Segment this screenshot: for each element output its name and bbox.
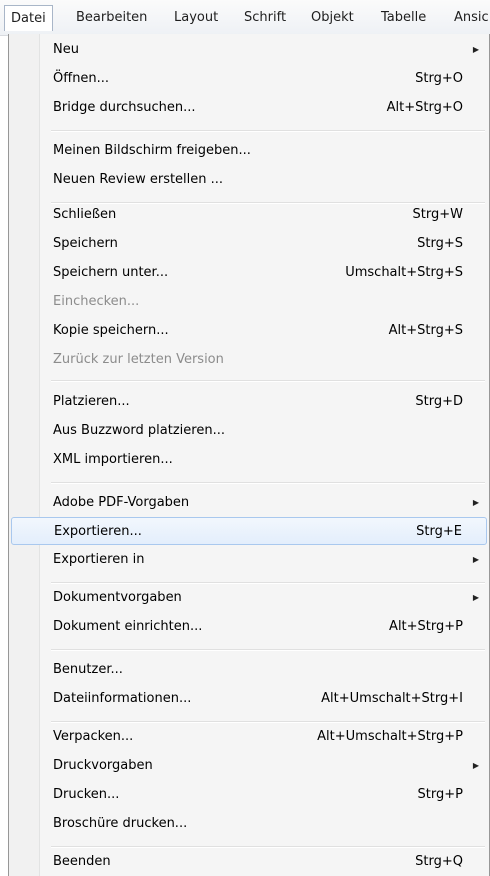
menu-item-druckvorgaben[interactable]: Druckvorgaben ▶ <box>11 752 487 780</box>
menu-item-label: Dateiinformationen... <box>53 691 192 706</box>
menu-item-label: Zurück zur letzten Version <box>53 352 224 367</box>
menu-datei[interactable]: Datei <box>4 5 53 31</box>
menu-item-neu[interactable]: Neu ▶ <box>11 36 487 64</box>
submenu-arrow-icon: ▶ <box>472 555 479 564</box>
menu-item-label: Druckvorgaben <box>53 758 153 773</box>
menu-item-label: Beenden <box>53 854 111 869</box>
menu-item-verpacken[interactable]: Verpacken... Alt+Umschalt+Strg+P <box>11 723 487 751</box>
menu-item-label: Schließen <box>53 207 117 222</box>
menu-item-label: Meinen Bildschirm freigeben... <box>53 143 251 158</box>
menu-item-label: Aus Buzzword platzieren... <box>53 423 225 438</box>
menu-item-kopie-speichern[interactable]: Kopie speichern... Alt+Strg+S <box>11 317 487 345</box>
file-menu-dropdown: Neu ▶ Öffnen... Strg+O Bridge durchsuche… <box>8 34 490 876</box>
menu-item-label: Einchecken... <box>53 294 140 309</box>
menu-item-label: Neu <box>53 42 79 57</box>
menu-item-label: Platzieren... <box>53 394 130 409</box>
menu-item-schliessen[interactable]: Schließen Strg+W <box>11 201 487 229</box>
menu-item-shortcut: Alt+Umschalt+Strg+I <box>321 691 463 706</box>
menu-tabelle[interactable]: Tabelle <box>381 5 426 31</box>
menu-item-buzzword-platzieren[interactable]: Aus Buzzword platzieren... <box>11 417 487 445</box>
menu-item-dateiinformationen[interactable]: Dateiinformationen... Alt+Umschalt+Strg+… <box>11 685 487 713</box>
menu-item-beenden[interactable]: Beenden Strg+Q <box>11 848 487 876</box>
menu-separator <box>51 649 485 651</box>
menu-separator <box>51 130 485 132</box>
menu-objekt[interactable]: Objekt <box>311 5 354 31</box>
menu-schrift[interactable]: Schrift <box>244 5 286 31</box>
menu-item-shortcut: Strg+E <box>416 524 462 539</box>
menu-item-pdf-vorgaben[interactable]: Adobe PDF-Vorgaben ▶ <box>11 489 487 517</box>
menu-item-shortcut: Strg+Q <box>415 854 463 869</box>
menu-item-label: Neuen Review erstellen ... <box>53 172 224 187</box>
menu-item-shortcut: Strg+S <box>417 236 463 251</box>
menu-item-shortcut: Strg+O <box>415 71 463 86</box>
menu-item-label: Verpacken... <box>53 729 134 744</box>
menu-item-label: Bridge durchsuchen... <box>53 100 196 115</box>
menu-item-benutzer[interactable]: Benutzer... <box>11 656 487 684</box>
menu-item-drucken[interactable]: Drucken... Strg+P <box>11 781 487 809</box>
menu-item-shortcut: Strg+W <box>412 207 463 222</box>
submenu-arrow-icon: ▶ <box>472 45 479 54</box>
menu-item-shortcut: Alt+Strg+O <box>386 100 463 115</box>
menu-bearbeiten[interactable]: Bearbeiten <box>76 5 147 31</box>
menu-item-shortcut: Strg+P <box>417 787 463 802</box>
submenu-arrow-icon: ▶ <box>472 761 479 770</box>
menu-item-label: Dokumentvorgaben <box>53 590 182 605</box>
menu-ansicht[interactable]: Ansic <box>454 5 489 31</box>
menu-item-speichern-unter[interactable]: Speichern unter... Umschalt+Strg+S <box>11 259 487 287</box>
menu-item-shortcut: Umschalt+Strg+S <box>345 265 463 280</box>
menu-separator <box>51 380 485 382</box>
menu-item-speichern[interactable]: Speichern Strg+S <box>11 230 487 258</box>
menu-item-shortcut: Alt+Strg+S <box>388 323 463 338</box>
menu-item-shortcut: Alt+Strg+P <box>389 619 463 634</box>
menu-item-platzieren[interactable]: Platzieren... Strg+D <box>11 388 487 416</box>
menu-item-dokumentvorgaben[interactable]: Dokumentvorgaben ▶ <box>11 584 487 612</box>
menu-item-zurueck-letzte-version: Zurück zur letzten Version <box>11 346 487 374</box>
menu-item-exportieren-in[interactable]: Exportieren in ▶ <box>11 546 487 574</box>
menu-item-label: Broschüre drucken... <box>53 816 188 831</box>
menu-item-shortcut: Alt+Umschalt+Strg+P <box>317 729 463 744</box>
submenu-arrow-icon: ▶ <box>472 498 479 507</box>
menu-item-label: Speichern <box>53 236 118 251</box>
menu-item-broschuere-drucken[interactable]: Broschüre drucken... <box>11 810 487 838</box>
menu-item-label: Drucken... <box>53 787 120 802</box>
menu-item-exportieren[interactable]: Exportieren... Strg+E <box>11 517 487 545</box>
menu-item-einchecken: Einchecken... <box>11 288 487 316</box>
submenu-arrow-icon: ▶ <box>472 593 479 602</box>
menu-item-shortcut: Strg+D <box>415 394 463 409</box>
menu-item-label: Benutzer... <box>53 662 123 677</box>
menu-item-label: Öffnen... <box>53 71 110 86</box>
menu-item-review-erstellen[interactable]: Neuen Review erstellen ... <box>11 166 487 194</box>
menu-item-label: Kopie speichern... <box>53 323 169 338</box>
menu-item-bildschirm-freigeben[interactable]: Meinen Bildschirm freigeben... <box>11 137 487 165</box>
menu-layout[interactable]: Layout <box>174 5 218 31</box>
menu-item-label: Exportieren... <box>54 524 142 539</box>
menu-item-label: XML importieren... <box>53 452 173 467</box>
menu-item-label: Dokument einrichten... <box>53 619 203 634</box>
menu-item-dokument-einrichten[interactable]: Dokument einrichten... Alt+Strg+P <box>11 613 487 641</box>
menu-separator <box>51 482 485 484</box>
menu-bar: Datei Bearbeiten Layout Schrift Objekt T… <box>0 0 490 36</box>
menu-item-oeffnen[interactable]: Öffnen... Strg+O <box>11 65 487 93</box>
menu-item-label: Exportieren in <box>53 552 145 567</box>
menu-item-xml-importieren[interactable]: XML importieren... <box>11 446 487 474</box>
menu-item-bridge-durchsuchen[interactable]: Bridge durchsuchen... Alt+Strg+O <box>11 94 487 122</box>
menu-item-label: Adobe PDF-Vorgaben <box>53 495 190 510</box>
menu-item-label: Speichern unter... <box>53 265 169 280</box>
